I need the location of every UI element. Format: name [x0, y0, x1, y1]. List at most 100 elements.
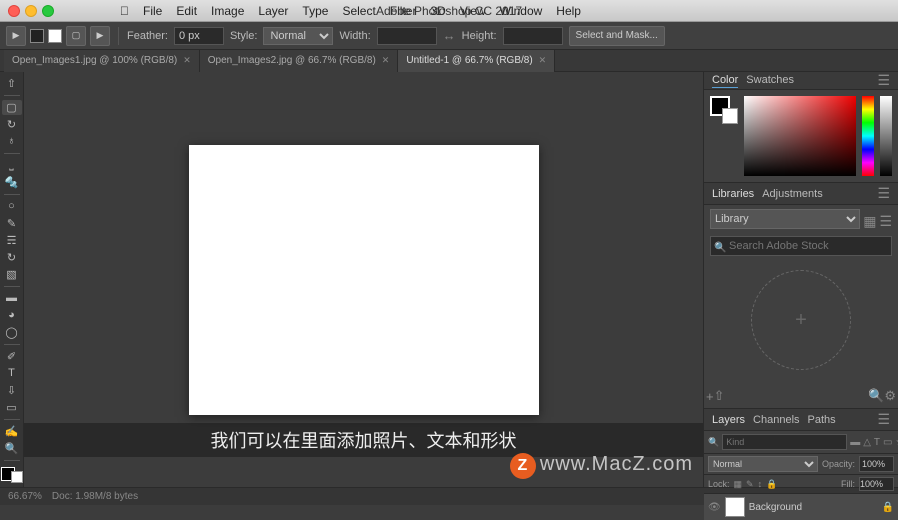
layer-visibility-toggle[interactable]: 👁	[708, 502, 721, 513]
menu-image[interactable]: Image	[211, 4, 244, 18]
close-button[interactable]	[8, 5, 20, 17]
hand-tool[interactable]: ✍	[2, 424, 22, 439]
fill-input[interactable]	[859, 477, 894, 491]
lasso-tool[interactable]: ↻	[2, 117, 22, 132]
libraries-menu-btn[interactable]: ☰	[877, 185, 890, 202]
menu-edit[interactable]: Edit	[176, 4, 197, 18]
history-brush-tool[interactable]: ↻	[2, 250, 22, 265]
blur-tool[interactable]: ◕	[2, 308, 22, 323]
tab-open-images1[interactable]: Open_Images1.jpg @ 100% (RGB/8) ✕	[4, 50, 200, 72]
library-settings-btn[interactable]: ⚙	[884, 388, 896, 404]
blend-mode-select[interactable]: Normal	[708, 456, 818, 472]
shape-tool[interactable]: ▭	[2, 400, 22, 415]
color-panel-menu-btn[interactable]: ☰	[877, 72, 890, 89]
color-chips[interactable]	[710, 96, 738, 124]
spot-heal-tool[interactable]: ○	[2, 199, 22, 214]
right-panel: Color Swatches ☰ Libraries Adjustments	[703, 72, 898, 487]
clone-stamp-tool[interactable]: ☴	[2, 233, 22, 248]
crop-tool[interactable]: ⎵	[2, 158, 22, 173]
pen-tool[interactable]: ✐	[2, 349, 22, 364]
zoom-tool[interactable]: 🔍	[2, 441, 22, 456]
dodge-tool[interactable]: ◯	[2, 325, 22, 340]
tool-separator	[4, 95, 20, 96]
kind-label: 🔍	[708, 437, 719, 448]
height-input[interactable]	[503, 27, 563, 45]
tab-paths[interactable]: Paths	[808, 414, 836, 426]
fill-label: Fill:	[841, 479, 855, 489]
hue-slider[interactable]	[862, 96, 874, 176]
lock-pixels-btn[interactable]: ✎	[746, 479, 754, 490]
menu-layer[interactable]: Layer	[258, 4, 288, 18]
color-swatches[interactable]	[1, 467, 23, 484]
tool-separator	[4, 194, 20, 195]
lock-position-btn[interactable]: ↕	[758, 479, 763, 489]
upload-to-cloud-btn[interactable]: ⇧	[714, 388, 725, 404]
list-view-btn[interactable]: ☰	[879, 213, 892, 230]
foreground-color-swatch[interactable]	[30, 29, 44, 43]
tab-open-images2[interactable]: Open_Images2.jpg @ 66.7% (RGB/8) ✕	[200, 50, 399, 72]
width-input[interactable]	[377, 27, 437, 45]
swap-icon[interactable]: ↔	[443, 28, 456, 43]
tab-swatches[interactable]: Swatches	[746, 74, 794, 87]
path-select-tool[interactable]: ⇩	[2, 383, 22, 398]
tab-layers[interactable]: Layers	[712, 414, 745, 426]
grid-view-btn[interactable]: ▦	[863, 213, 876, 230]
tab-adjustments[interactable]: Adjustments	[762, 188, 823, 200]
library-search-btn[interactable]: 🔍	[868, 388, 884, 404]
gradient-tool[interactable]: ▬	[2, 291, 22, 306]
menu-file[interactable]: File	[143, 4, 162, 18]
left-toolbar: ⇧ ▢ ↻ ♁ ⎵ 🔩 ○ ✎ ☴ ↻ ▧ ▬ ◕ ◯ ✐ T ⇩ ▭ ✍ 🔍	[0, 72, 24, 487]
transparency-slider[interactable]	[880, 96, 892, 176]
magic-wand-tool[interactable]: ♁	[2, 134, 22, 149]
document-tabs: Open_Images1.jpg @ 100% (RGB/8) ✕ Open_I…	[0, 50, 898, 72]
tab-untitled-1[interactable]: Untitled-1 @ 66.7% (RGB/8) ✕	[398, 50, 555, 72]
brush-tool[interactable]: ✎	[2, 216, 22, 231]
layers-menu-btn[interactable]: ☰	[877, 411, 890, 428]
tab-channels[interactable]: Channels	[753, 414, 799, 426]
kind-filter-input[interactable]	[722, 434, 847, 450]
add-to-library-btn[interactable]: +	[706, 389, 714, 404]
filter-type-btn[interactable]: T	[874, 437, 880, 448]
marquee-rect-btn[interactable]: ▢	[66, 26, 86, 46]
feather-input[interactable]	[174, 27, 224, 45]
marquee-tool[interactable]: ▢	[2, 100, 22, 115]
menu-select[interactable]: Select	[342, 4, 375, 18]
select-and-mask-button[interactable]: Select and Mask...	[569, 26, 665, 46]
library-action-bar: + ⇧ 🔍 ⚙	[704, 384, 898, 408]
layer-row-background[interactable]: 👁 Background 🔒	[704, 494, 898, 520]
minimize-button[interactable]	[25, 5, 37, 17]
style-select[interactable]: Normal Fixed Ratio Fixed Size	[263, 27, 333, 45]
subtitle-text: 我们可以在里面添加照片、文本和形状	[24, 423, 703, 457]
opacity-input[interactable]	[859, 456, 894, 472]
layers-tabs-header: Layers Channels Paths ☰	[704, 409, 898, 431]
color-gradient-picker[interactable]	[744, 96, 856, 176]
tab-color[interactable]: Color	[712, 74, 738, 88]
lock-transparent-btn[interactable]: ▦	[734, 479, 743, 490]
library-search-input[interactable]	[710, 236, 892, 256]
eraser-tool[interactable]: ▧	[2, 267, 22, 282]
tab-close-btn[interactable]: ✕	[539, 55, 547, 66]
libraries-body: Library ▦ ☰ 🔍 +	[704, 205, 898, 384]
type-tool[interactable]: T	[2, 366, 22, 381]
library-select[interactable]: Library	[710, 209, 860, 229]
menu-apple[interactable]: 	[120, 4, 129, 18]
tab-libraries[interactable]: Libraries	[712, 188, 754, 200]
move-tool[interactable]: ⇧	[2, 76, 22, 91]
filter-pixel-btn[interactable]: ▬	[850, 437, 860, 448]
menu-help[interactable]: Help	[556, 4, 581, 18]
bg-color-chip[interactable]	[722, 108, 738, 124]
tab-close-btn[interactable]: ✕	[183, 55, 191, 66]
tab-close-btn[interactable]: ✕	[382, 55, 390, 66]
tool-preset-btn[interactable]: ▶	[6, 26, 26, 46]
eyedropper-tool[interactable]: 🔩	[2, 175, 22, 190]
lock-all-btn[interactable]: 🔒	[766, 479, 777, 490]
filter-shape-btn[interactable]: ▭	[883, 437, 892, 448]
library-placeholder-container: +	[710, 260, 892, 380]
background-swatch[interactable]	[11, 471, 23, 483]
tool-separator	[4, 344, 20, 345]
fullscreen-button[interactable]	[42, 5, 54, 17]
background-color-swatch[interactable]	[48, 29, 62, 43]
filter-adjust-btn[interactable]: △	[863, 437, 871, 448]
menu-type[interactable]: Type	[302, 4, 328, 18]
marquee-options-btn[interactable]: ▶	[90, 26, 110, 46]
